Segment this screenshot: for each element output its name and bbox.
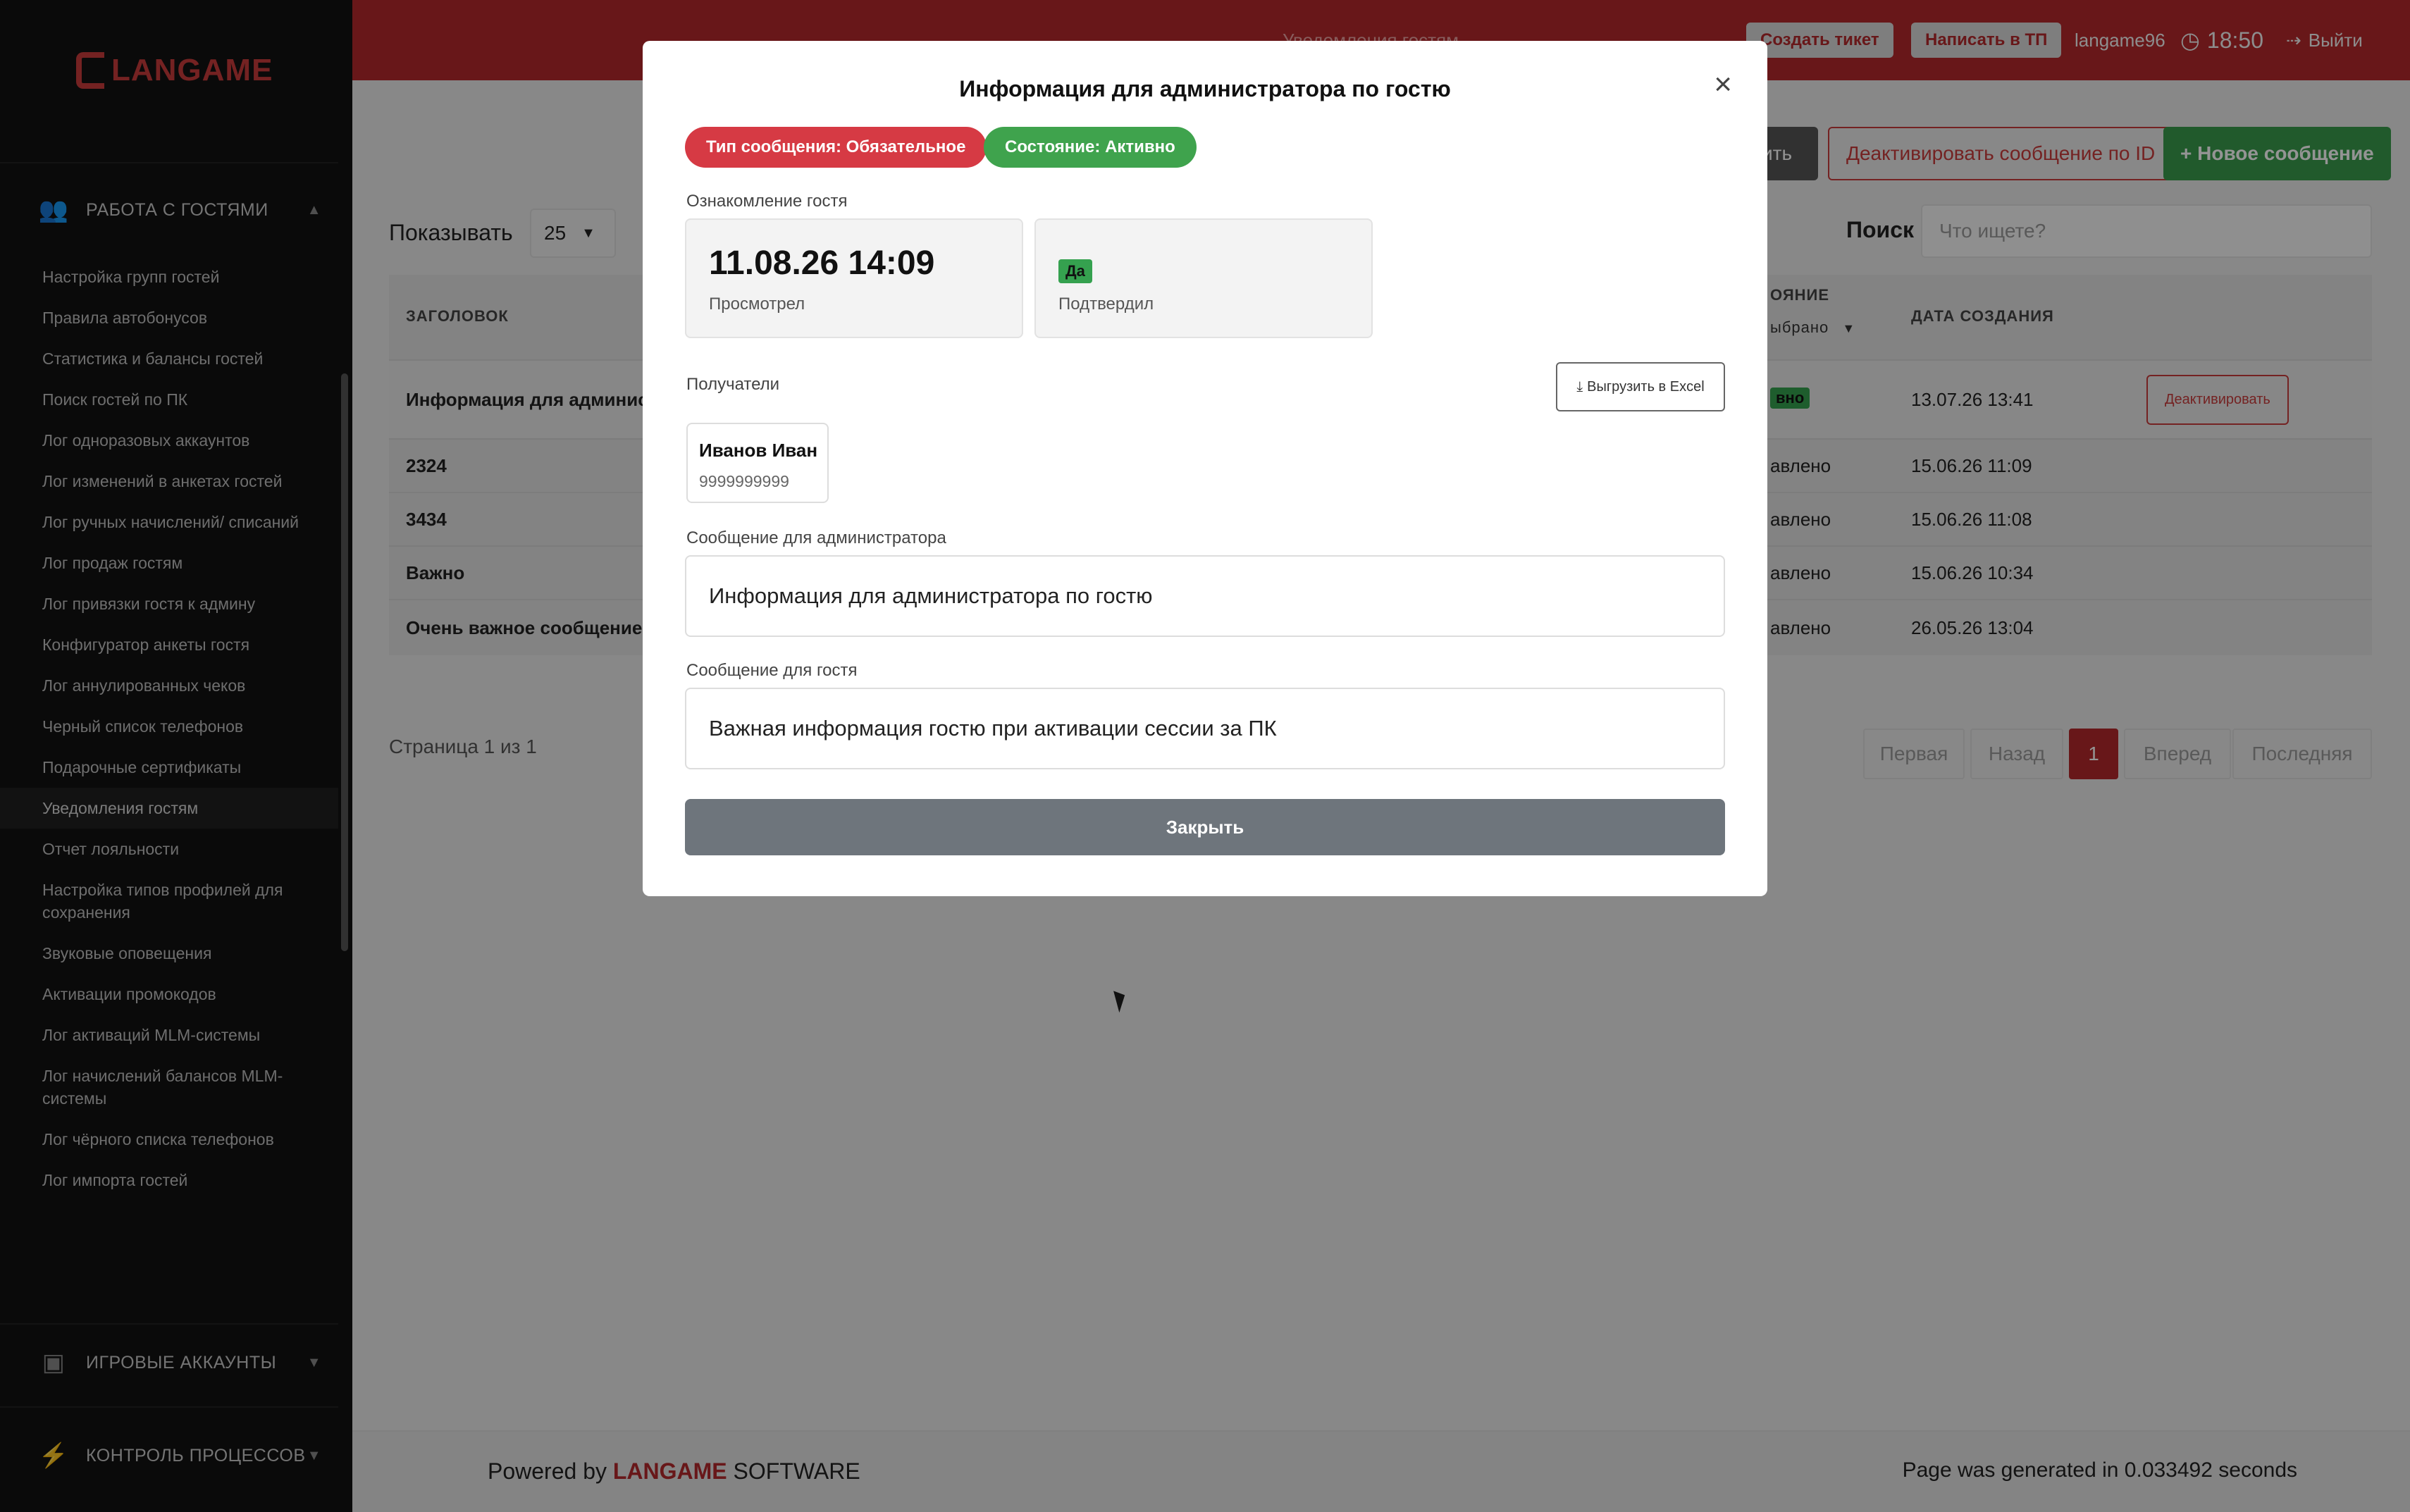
guest-message-label: Сообщение для гостя xyxy=(686,661,858,680)
admin-message-label: Сообщение для администратора xyxy=(686,528,946,547)
export-excel-label: Выгрузить в Excel xyxy=(1587,378,1705,395)
confirmed-label: Подтвердил xyxy=(1058,295,1154,314)
recipients-label: Получатели xyxy=(686,375,780,394)
admin-message-field[interactable]: Информация для администратора по гостю xyxy=(685,555,1725,637)
confirmed-card: Да Подтвердил xyxy=(1034,218,1373,338)
export-excel-button[interactable]: ⤓ Выгрузить в Excel xyxy=(1556,362,1725,411)
guest-info-modal: Информация для администратора по гостю ×… xyxy=(643,41,1767,896)
viewed-card: 11.08.26 14:09 Просмотрел xyxy=(685,218,1023,338)
confirmed-badge: Да xyxy=(1058,259,1092,283)
viewed-date: 11.08.26 14:09 xyxy=(709,244,935,282)
close-icon[interactable]: × xyxy=(1714,69,1732,100)
recipient-card[interactable]: Иванов Иван 9999999999 xyxy=(686,423,829,503)
state-badge: Состояние: Активно xyxy=(984,127,1197,168)
modal-title: Информация для администратора по гостю xyxy=(959,76,1451,101)
recipient-phone: 9999999999 xyxy=(699,472,789,490)
download-icon: ⤓ xyxy=(1576,378,1583,395)
close-button[interactable]: Закрыть xyxy=(685,799,1725,855)
message-type-badge: Тип сообщения: Обязательное xyxy=(685,127,987,168)
recipient-name: Иванов Иван xyxy=(699,440,818,461)
ack-label: Ознакомление гостя xyxy=(686,192,848,211)
viewed-label: Просмотрел xyxy=(709,295,805,314)
guest-message-field[interactable]: Важная информация гостю при активации се… xyxy=(685,688,1725,769)
